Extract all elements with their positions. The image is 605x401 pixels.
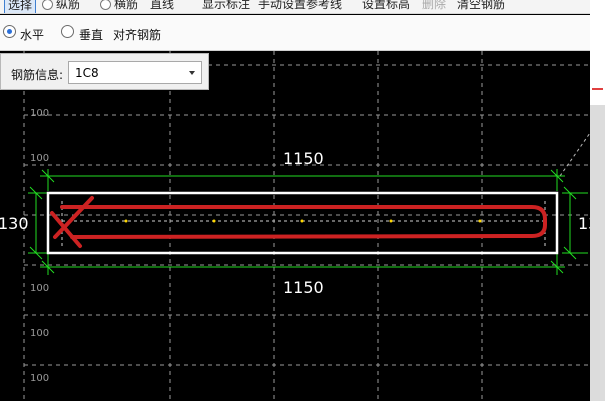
longitudinal-rebar-label: 纵筋 <box>56 0 81 11</box>
horizontal-label[interactable]: 水平 <box>20 26 44 43</box>
top-toolbar: 选择 纵筋 横筋 直线 显示标注 手动设置参考线 设置标高 删除 清空钢筋 <box>0 0 590 14</box>
rebar-info-label: 钢筋信息: <box>11 68 64 82</box>
grid-label: 100 <box>30 328 49 339</box>
delete-button[interactable]: 删除 <box>422 0 446 12</box>
rebar-point[interactable] <box>124 219 128 223</box>
longitudinal-rebar-option[interactable]: 纵筋 <box>42 0 80 12</box>
chevron-down-icon <box>189 71 195 75</box>
line-type-dropdown[interactable]: 直线 <box>150 0 174 12</box>
grid-labels: 100 100 100 100 100 <box>30 108 49 384</box>
grid-lines <box>23 51 590 401</box>
clear-rebar-button[interactable]: 清空钢筋 <box>457 0 505 12</box>
rebar-info-panel: 钢筋信息: 1C8 <box>0 53 209 90</box>
rebar-point[interactable] <box>389 219 393 223</box>
grid-label: 100 <box>30 153 49 164</box>
diagonal-guide <box>559 132 590 177</box>
rebar-point[interactable] <box>478 219 482 223</box>
dimension-texts: 1150 1150 130 13 <box>0 149 590 297</box>
drawing-canvas[interactable]: 100 100 100 100 100 1150 1150 130 1 <box>0 51 590 401</box>
transverse-rebar-option[interactable]: 横筋 <box>100 0 138 12</box>
right-side-panel <box>590 0 605 401</box>
dimension-bottom: 1150 <box>283 278 324 297</box>
transverse-rebar-label: 横筋 <box>114 0 139 11</box>
red-cross-mark <box>53 196 94 239</box>
section-drawing: 100 100 100 100 100 1150 1150 130 1 <box>0 51 590 401</box>
align-rebar-button[interactable]: 对齐钢筋 <box>113 26 161 43</box>
dimension-lines <box>28 169 588 275</box>
grid-label: 100 <box>30 373 49 384</box>
vertical-radio[interactable] <box>61 25 74 38</box>
dimension-right: 13 <box>578 214 590 233</box>
grid-label: 100 <box>30 283 49 294</box>
section-outline <box>46 191 559 255</box>
radio-icon <box>100 0 111 10</box>
select-button[interactable]: 选择 <box>4 0 37 13</box>
set-elevation-button[interactable]: 设置标高 <box>362 0 410 12</box>
show-annotation-button[interactable]: 显示标注 <box>202 0 250 12</box>
rebar-point[interactable] <box>212 219 216 223</box>
red-annotation-outline <box>60 205 547 239</box>
dimension-left: 130 <box>0 214 29 233</box>
rebar-info-value: 1C8 <box>75 66 99 80</box>
vertical-label[interactable]: 垂直 <box>79 26 103 43</box>
right-panel-marker <box>592 88 603 90</box>
rebar-point[interactable] <box>300 219 304 223</box>
rebar-info-select[interactable]: 1C8 <box>68 61 202 84</box>
horizontal-radio[interactable] <box>3 25 16 38</box>
radio-icon <box>42 0 53 10</box>
grid-label: 100 <box>30 108 49 119</box>
alignment-toolbar: 水平 垂直 对齐钢筋 <box>0 15 590 51</box>
set-reference-line-button[interactable]: 手动设置参考线 <box>258 0 342 12</box>
dimension-top: 1150 <box>283 149 324 168</box>
